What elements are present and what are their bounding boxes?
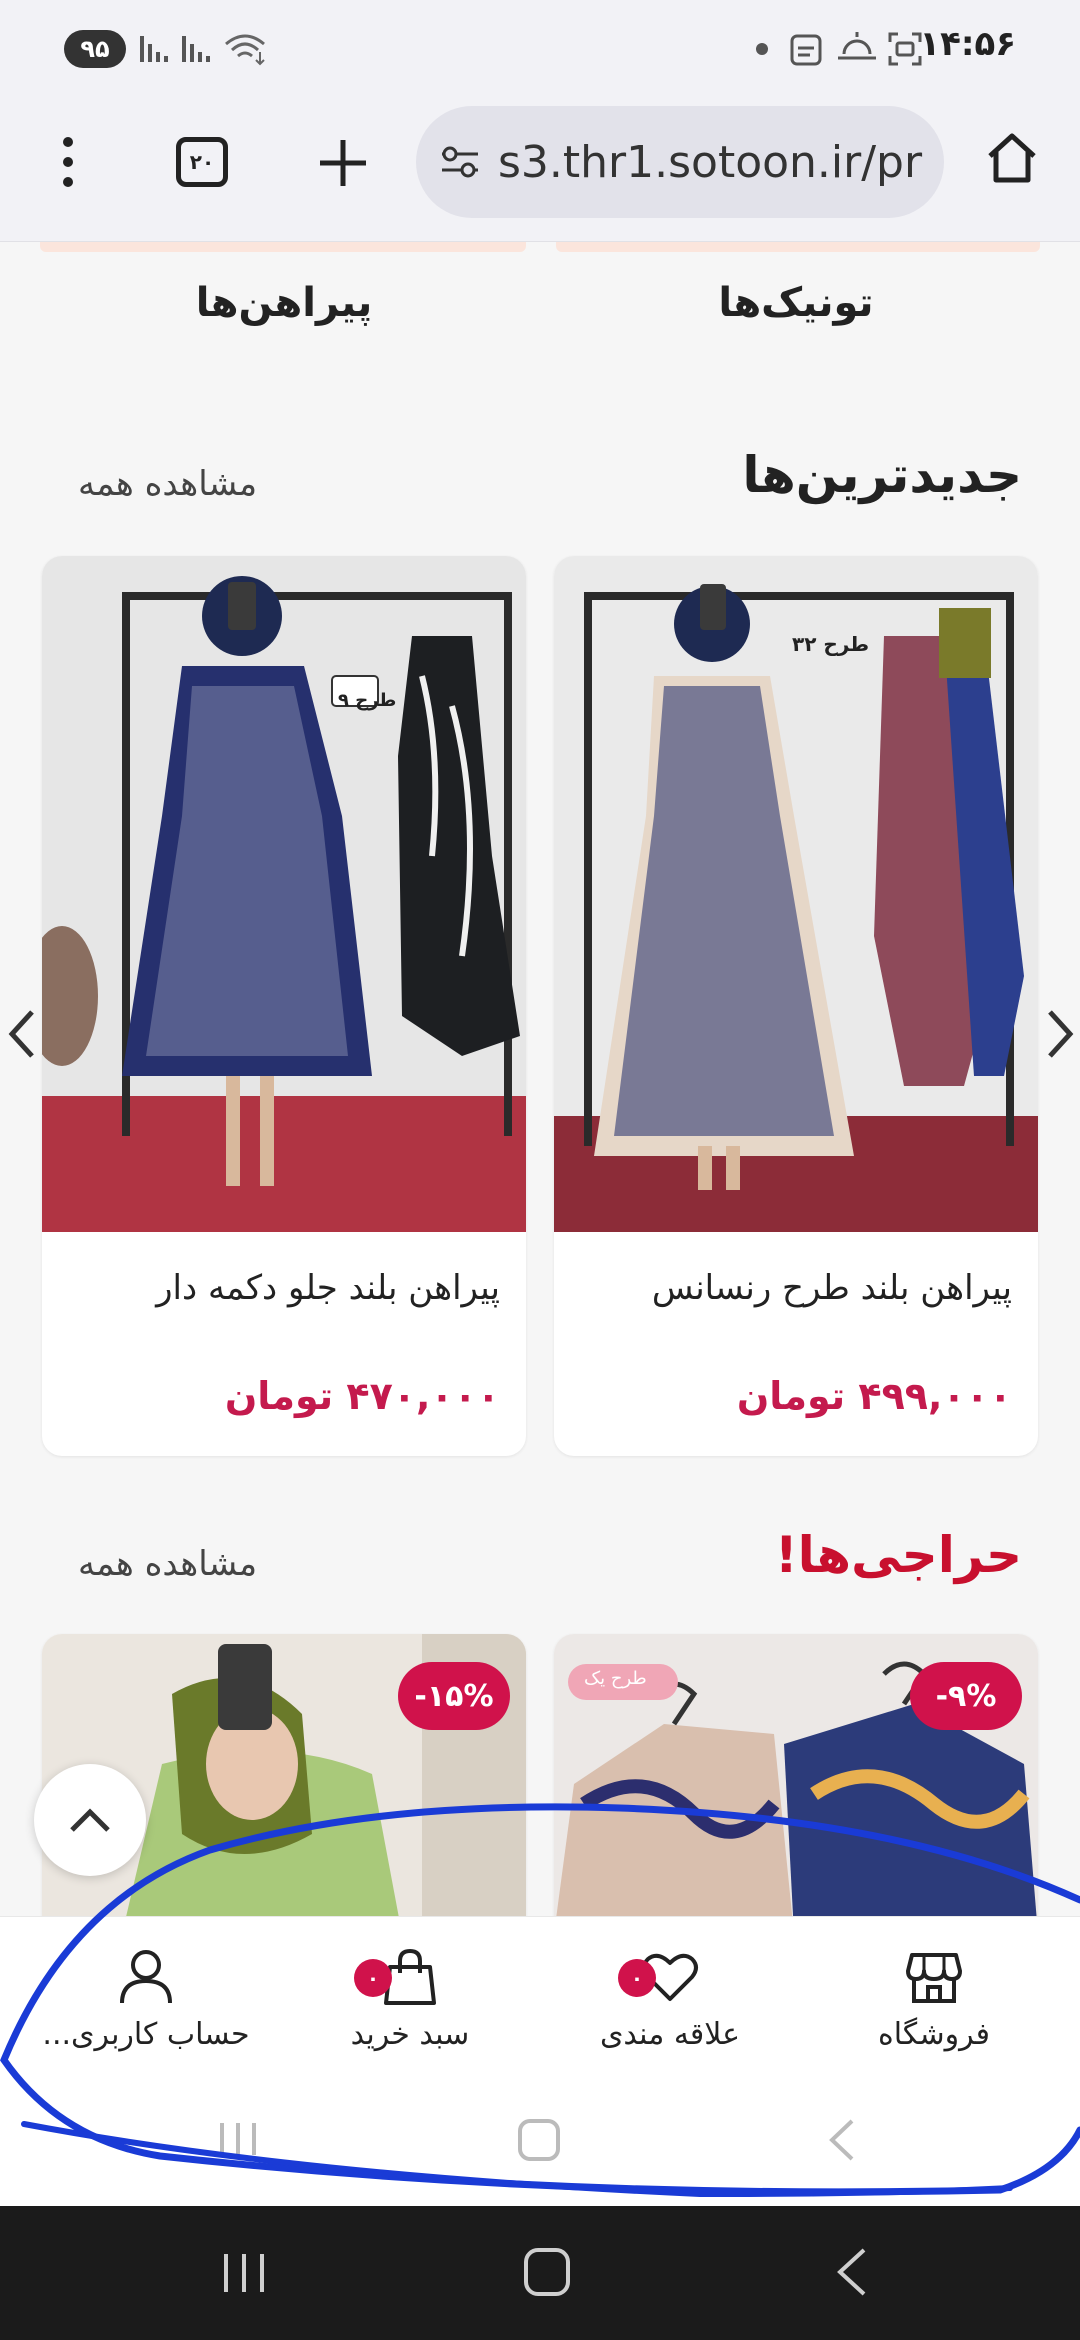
calendar-icon — [790, 34, 822, 66]
carousel-prev-icon[interactable] — [6, 1006, 38, 1062]
nav-label: علاقه مندی — [599, 2017, 741, 2052]
back-icon — [829, 2119, 854, 2161]
weather-icon — [838, 32, 876, 60]
category-label-tunics[interactable]: تونیک‌ها — [556, 280, 1036, 326]
nav-item-store[interactable]: فروشگاه — [824, 1947, 1044, 2052]
status-bar: ۹۵ ۱۴:۵۶ — [0, 0, 1080, 100]
nav-label: حساب کاربری... — [42, 2017, 250, 2052]
product-image — [42, 556, 526, 1232]
product-image-tag: طرح ۹ — [338, 690, 397, 711]
recents-icon[interactable] — [220, 2250, 268, 2296]
nav-item-wishlist[interactable]: ۰ علاقه مندی — [560, 1947, 780, 2052]
user-icon — [120, 1950, 172, 2004]
url-text: s3.thr1.sotoon.ir/pr — [498, 136, 923, 188]
back-icon[interactable] — [834, 2246, 868, 2298]
nav-label: فروشگاه — [878, 2017, 990, 2052]
nav-item-account[interactable]: حساب کاربری... — [36, 1947, 256, 2052]
cart-count-badge: ۰ — [354, 1959, 392, 1997]
new-tab-icon[interactable] — [316, 136, 370, 190]
product-price: ۴۷۰,۰۰۰ تومان — [224, 1374, 500, 1418]
recents-icon — [220, 2123, 256, 2155]
system-navigation-bar — [0, 2206, 1080, 2340]
category-card-edge — [556, 242, 1040, 252]
home-icon[interactable] — [984, 130, 1040, 186]
home-button-icon — [518, 2119, 560, 2161]
product-image — [554, 556, 1038, 1232]
screenshot-icon — [888, 32, 922, 66]
product-card[interactable]: طرح ۳۲ پیراهن بلند طرح رنسانس ۴۹۹,۰۰۰ تو… — [554, 556, 1038, 1456]
category-label-dresses[interactable]: پیراهن‌ها — [44, 280, 524, 326]
site-settings-icon[interactable] — [438, 142, 482, 182]
sale-product-card[interactable]: طرح یک -۹% — [554, 1634, 1038, 1934]
nav-item-cart[interactable]: ۰ سبد خرید — [300, 1947, 520, 2052]
notification-dot-icon — [756, 43, 768, 55]
store-icon — [906, 1953, 962, 2003]
nav-label: سبد خرید — [350, 2017, 470, 2052]
discount-badge: -۱۵% — [398, 1662, 510, 1730]
product-card[interactable]: طرح ۹ پیراهن بلند جلو دکمه دار ۴۷۰,۰۰۰ ت… — [42, 556, 526, 1456]
menu-icon[interactable] — [42, 134, 94, 190]
product-price: ۴۹۹,۰۰۰ تومان — [736, 1374, 1012, 1418]
bottom-navigation: فروشگاه ۰ علاقه مندی ۰ سبد خرید حساب کار… — [0, 1916, 1080, 2206]
wifi-icon — [225, 34, 265, 66]
sales-see-all-link[interactable]: مشاهده همه — [78, 1544, 257, 1584]
carousel-next-icon[interactable] — [1044, 1006, 1076, 1062]
tabs-button[interactable]: ۲۰ — [176, 137, 228, 187]
product-image-tag: طرح ۳۲ — [792, 632, 870, 656]
newest-section-title: جدیدترین‌ها — [742, 446, 1022, 504]
product-image-tag: طرح یک — [584, 1668, 647, 1689]
product-name[interactable]: پیراهن بلند طرح رنسانس — [652, 1268, 1012, 1308]
signal-icon — [182, 36, 210, 62]
signal-icon — [140, 36, 168, 62]
chevron-up-icon — [70, 1808, 110, 1832]
discount-badge: -۹% — [910, 1662, 1022, 1730]
newest-see-all-link[interactable]: مشاهده همه — [78, 464, 257, 504]
scroll-to-top-button[interactable] — [34, 1764, 146, 1876]
product-name[interactable]: پیراهن بلند جلو دکمه دار — [156, 1268, 500, 1308]
home-button-icon[interactable] — [522, 2246, 572, 2298]
battery-indicator: ۹۵ — [64, 30, 126, 68]
sales-section-title: حراجی‌ها! — [774, 1526, 1022, 1584]
address-bar[interactable]: s3.thr1.sotoon.ir/pr — [416, 106, 944, 218]
status-time: ۱۴:۵۶ — [919, 24, 1016, 64]
wishlist-count-badge: ۰ — [618, 1959, 656, 1997]
category-card-edge — [40, 242, 526, 252]
